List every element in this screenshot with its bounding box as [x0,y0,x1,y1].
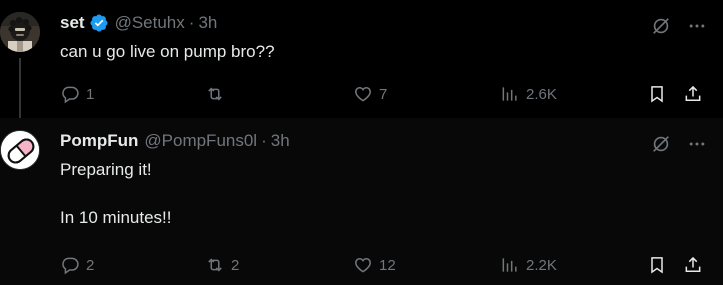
tweet-text-line: Preparing it! [60,160,152,179]
tweet-text-blank-line [60,182,172,206]
grok-icon [653,18,669,34]
tweet-text-line: In 10 minutes!! [60,208,172,227]
tweet-action-bar: 1 7 2.6K [60,82,711,106]
reply-button[interactable]: 1 [60,82,94,106]
tweet-text-line: can u go live on pump bro?? [60,42,275,61]
verified-badge-icon[interactable] [89,13,109,33]
reply-count: 2 [86,256,95,274]
tweet-text: can u go live on pump bro?? [60,40,275,64]
avatar[interactable] [0,12,40,52]
bookmark-button[interactable] [647,82,667,106]
bookmark-icon [651,257,663,274]
separator-dot: · [261,131,267,150]
grok-button[interactable] [647,132,675,156]
retweet-icon [208,258,222,272]
bookmark-icon [651,86,663,103]
retweet-button[interactable] [205,82,231,106]
reply-icon [62,86,79,104]
pill-logo-icon [1,131,39,169]
share-icon [685,85,701,101]
tweet-top-actions [639,14,711,38]
views-button[interactable]: 2.6K [500,82,557,106]
tweet-action-bar: 2 2 12 2.2K [60,253,711,277]
share-icon [685,256,701,272]
display-name[interactable]: PompFun [60,131,138,151]
like-icon [355,257,371,273]
views-icon [502,87,517,101]
user-handle[interactable]: @PompFuns0l [144,131,257,151]
like-button[interactable]: 12 [353,253,396,277]
retweet-count: 2 [231,256,240,274]
views-button[interactable]: 2.2K [500,253,557,277]
views-icon [502,258,517,272]
view-count: 2.6K [526,85,557,103]
more-icon [689,142,705,146]
more-button[interactable] [683,132,711,156]
tweet[interactable]: set @Setuhx · 3h can u go live on pump b… [0,0,723,118]
reply-icon [62,257,79,275]
view-count: 2.2K [526,256,557,274]
thread-connector [19,58,21,118]
tweet[interactable]: PompFun @PompFuns0l · 3h Preparing it! I… [0,118,723,285]
retweet-button[interactable]: 2 [205,253,239,277]
like-count: 7 [379,85,388,103]
avatar-photo-icon [0,12,40,52]
retweet-icon [208,87,222,101]
user-handle[interactable]: @Setuhx [115,13,185,33]
bookmark-button[interactable] [647,253,667,277]
tweet-header: PompFun @PompFuns0l · 3h [60,130,290,152]
reply-button[interactable]: 2 [60,253,94,277]
display-name[interactable]: set [60,13,85,33]
more-button[interactable] [683,14,711,38]
reply-count: 1 [86,85,95,103]
timestamp[interactable]: 3h [271,131,290,151]
grok-icon [653,136,669,152]
avatar[interactable] [0,130,40,170]
like-icon [355,86,371,102]
tweet-text: Preparing it! In 10 minutes!! [60,158,172,230]
timestamp[interactable]: 3h [198,13,217,33]
share-button[interactable] [683,253,703,277]
grok-button[interactable] [647,14,675,38]
more-icon [689,24,705,28]
like-button[interactable]: 7 [353,82,387,106]
separator-dot: · [188,13,195,32]
like-count: 12 [379,256,396,274]
tweet-top-actions [639,132,711,156]
tweet-header: set @Setuhx · 3h [60,12,217,34]
share-button[interactable] [683,82,703,106]
